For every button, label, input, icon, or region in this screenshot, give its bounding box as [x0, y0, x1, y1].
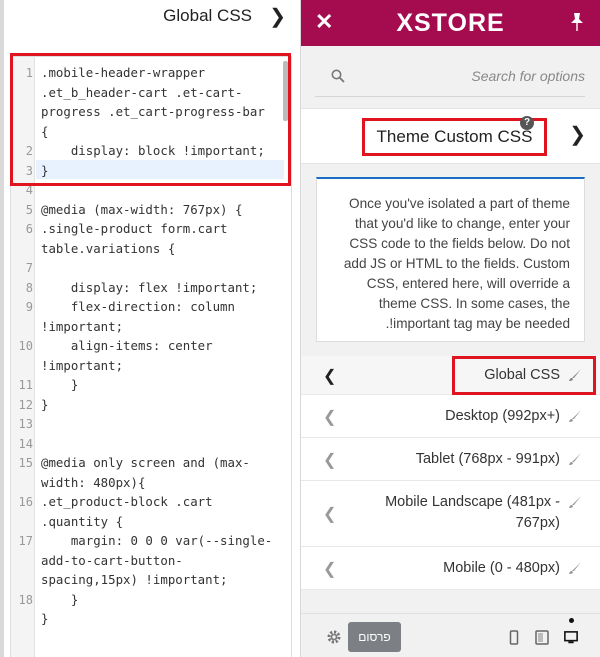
code-line: display: flex !important; [41, 279, 258, 295]
help-icon[interactable]: ? [520, 116, 534, 130]
search-field[interactable]: Search for options [315, 57, 585, 97]
code-line: @media (max-width: 767px) { [41, 201, 243, 217]
code-line: } [41, 396, 49, 412]
item-label: Tablet (768px - 991px) [415, 451, 560, 467]
brush-icon [569, 453, 581, 465]
code-line: !important; [41, 357, 124, 373]
line-number: 11 [18, 378, 33, 392]
code-line: margin: 0 0 0 var(--single- [41, 533, 273, 548]
list-item-mobile-landscape[interactable]: ❮ Mobile Landscape (481px - 767px) [301, 481, 600, 547]
customizer-footer: פרסום [301, 613, 600, 657]
item-label: Desktop (992px+) [445, 408, 560, 424]
customizer-panel: ✕ XSTORE Search for options Theme Custom… [301, 0, 600, 657]
panel-edge [0, 0, 4, 657]
code-line: spacing,15px) !important; [41, 572, 228, 587]
code-line: align-items: center [41, 338, 213, 353]
pin-icon[interactable] [568, 12, 586, 32]
list-item-desktop[interactable]: ❮ Desktop (992px+) [301, 395, 600, 438]
line-number: 6 [25, 222, 33, 236]
brush-icon [569, 496, 581, 508]
info-description: Once you've isolated a part of theme tha… [316, 177, 585, 342]
code-line: } [41, 377, 79, 392]
mobile-icon[interactable] [507, 630, 521, 646]
desktop-icon[interactable] [564, 630, 578, 646]
line-number: 10 [18, 339, 33, 353]
chevron-right-icon[interactable]: ❯ [569, 122, 586, 147]
brush-icon [569, 410, 581, 422]
line-number: 5 [25, 202, 33, 217]
code-line: !important; [41, 318, 124, 334]
code-line: .quantity { [41, 513, 124, 529]
code-line: flex-direction: column [41, 299, 235, 314]
css-editor-panel: Global CSS ❯ 1 2 3 4 5 6 7 8 9 10 11 12 13 14 15 16 17 18… [0, 0, 301, 657]
line-number: 9 [25, 300, 33, 314]
line-number: 14 [18, 436, 33, 451]
code-line: } [41, 611, 49, 626]
line-number: 13 [18, 417, 33, 431]
line-number: 12 [18, 397, 33, 412]
line-number: 18 [18, 592, 33, 607]
chevron-left-icon: ❮ [323, 368, 337, 385]
line-number: 17 [18, 534, 33, 548]
gear-icon[interactable] [326, 629, 342, 645]
chevron-left-icon: ❮ [323, 409, 337, 426]
code-line: } [41, 591, 79, 607]
chevron-left-icon: ❮ [323, 506, 337, 523]
publish-button[interactable]: פרסום [348, 622, 401, 652]
brand-logo: XSTORE [396, 9, 505, 37]
line-number: 7 [25, 261, 33, 275]
chevron-left-icon: ❮ [323, 561, 337, 578]
code-line: add-to-cart-button- [41, 552, 183, 568]
tablet-icon[interactable] [535, 630, 549, 646]
search-icon [331, 69, 345, 83]
code-line: @media only screen and (max- [41, 455, 250, 470]
list-item-mobile[interactable]: ❮ Mobile (0 - 480px) [301, 547, 600, 590]
highlight-box-global-css [452, 356, 596, 395]
item-label: Mobile Landscape (481px - 767px) [385, 494, 560, 531]
chevron-left-icon: ❮ [323, 452, 337, 469]
line-number: 16 [18, 495, 33, 509]
editor-title: Global CSS [163, 6, 252, 25]
item-label: Mobile (0 - 480px) [443, 560, 560, 576]
code-line: .single-product form.cart [41, 221, 228, 236]
code-line: table.variations { [41, 240, 176, 256]
list-item-tablet[interactable]: ❮ Tablet (768px - 991px) [301, 438, 600, 481]
code-line: width: 480px){ [41, 474, 146, 490]
brush-icon [569, 562, 581, 574]
highlight-box-code [10, 53, 291, 186]
chevron-right-icon[interactable]: ❯ [269, 4, 286, 29]
search-placeholder: Search for options [471, 68, 585, 84]
line-number: 8 [25, 280, 33, 295]
editor-header: Global CSS ❯ [4, 0, 300, 44]
line-number: 15 [18, 456, 33, 470]
brand-header: ✕ XSTORE [301, 0, 600, 46]
code-line: .et_product-block .cart [41, 494, 213, 509]
active-device-indicator [569, 618, 574, 623]
